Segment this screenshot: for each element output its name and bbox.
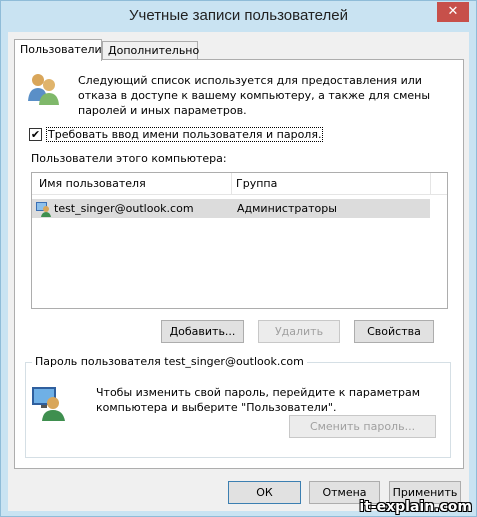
users-icon xyxy=(28,74,59,105)
require-login-row[interactable]: ✔ Требовать ввод имени пользователя и па… xyxy=(29,126,324,142)
password-groupbox: Пароль пользователя test_singer@outlook.… xyxy=(25,355,451,458)
password-group-title: Пароль пользователя test_singer@outlook.… xyxy=(32,355,307,368)
change-password-button[interactable]: Сменить пароль... xyxy=(289,415,436,438)
tab-users[interactable]: Пользователи xyxy=(14,39,102,61)
tab-advanced[interactable]: Дополнительно xyxy=(102,41,199,60)
require-login-label[interactable]: Требовать ввод имени пользователя и паро… xyxy=(46,126,324,142)
column-divider[interactable] xyxy=(231,173,232,195)
user-icon xyxy=(36,202,51,217)
users-tab-panel: Следующий список используется для предос… xyxy=(14,59,464,469)
users-list-label: Пользователи этого компьютера: xyxy=(31,152,227,165)
remove-user-button[interactable]: Удалить xyxy=(258,320,340,343)
title-bar[interactable]: Учетные записи пользователей ✕ xyxy=(1,1,476,32)
dialog-client-area: Пользователи Дополнительно Следующий спи… xyxy=(8,32,469,511)
properties-button[interactable]: Свойства xyxy=(354,320,434,343)
close-button[interactable]: ✕ xyxy=(437,2,469,22)
user-accounts-window: Учетные записи пользователей ✕ Пользоват… xyxy=(0,0,477,517)
password-info-text: Чтобы изменить свой пароль, перейдите к … xyxy=(96,386,421,414)
ok-button[interactable]: ОК xyxy=(228,481,301,504)
add-user-button[interactable]: Добавить... xyxy=(161,320,244,343)
intro-text: Следующий список используется для предос… xyxy=(78,74,431,117)
list-header: Имя пользователя Группа xyxy=(32,173,447,195)
checkmark-icon: ✔ xyxy=(30,127,41,141)
row-group: Администраторы xyxy=(237,202,337,215)
column-divider[interactable] xyxy=(430,173,431,195)
site-watermark: it-explain.com xyxy=(359,499,472,515)
table-row[interactable]: test_singer@outlook.com Администраторы xyxy=(32,199,430,218)
require-login-checkbox[interactable]: ✔ xyxy=(29,127,42,141)
close-icon: ✕ xyxy=(447,4,459,19)
column-header-username[interactable]: Имя пользователя xyxy=(39,177,146,190)
users-listview[interactable]: Имя пользователя Группа test_singer@outl… xyxy=(31,172,448,309)
row-username: test_singer@outlook.com xyxy=(54,202,194,215)
user-password-icon xyxy=(32,387,65,421)
column-header-group[interactable]: Группа xyxy=(236,177,277,190)
window-title: Учетные записи пользователей xyxy=(129,7,348,24)
